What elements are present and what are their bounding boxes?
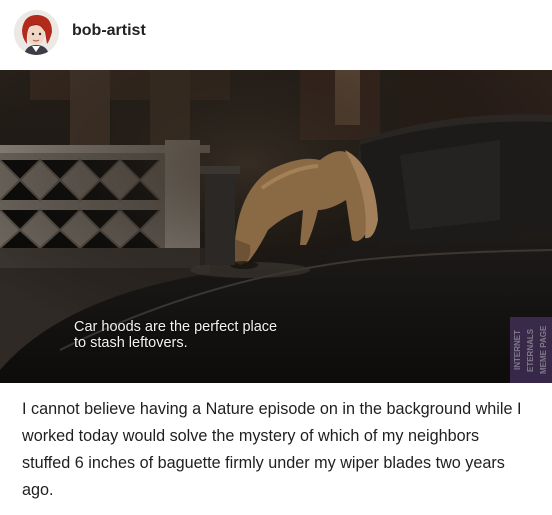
- caption-line: ago.: [22, 481, 54, 499]
- subtitle-line: Car hoods are the perfect place: [74, 319, 278, 335]
- post-header: bob-artist: [0, 0, 552, 70]
- meme-page-watermark: INTERNET ETERNALS MEME PAGE: [510, 317, 552, 383]
- watermark-line: ETERNALS: [526, 328, 535, 372]
- avatar-illustration-icon: [14, 10, 59, 55]
- post-author-name[interactable]: bob-artist: [72, 22, 146, 40]
- post-image[interactable]: Car hoods are the perfect place to stash…: [0, 70, 552, 383]
- watermark-line: INTERNET: [513, 330, 522, 370]
- caption-line: I cannot believe having a Nature episode…: [22, 400, 522, 418]
- caption-line: worked today would solve the mystery of …: [22, 427, 480, 445]
- watermark-line: MEME PAGE: [539, 325, 548, 375]
- post-caption: I cannot believe having a Nature episode…: [22, 396, 532, 504]
- caption-line: stuffed 6 inches of baguette firmly unde…: [22, 454, 505, 472]
- video-subtitle: Car hoods are the perfect place to stash…: [74, 319, 277, 351]
- subtitle-line: to stash leftovers.: [74, 335, 188, 351]
- avatar[interactable]: [14, 10, 59, 55]
